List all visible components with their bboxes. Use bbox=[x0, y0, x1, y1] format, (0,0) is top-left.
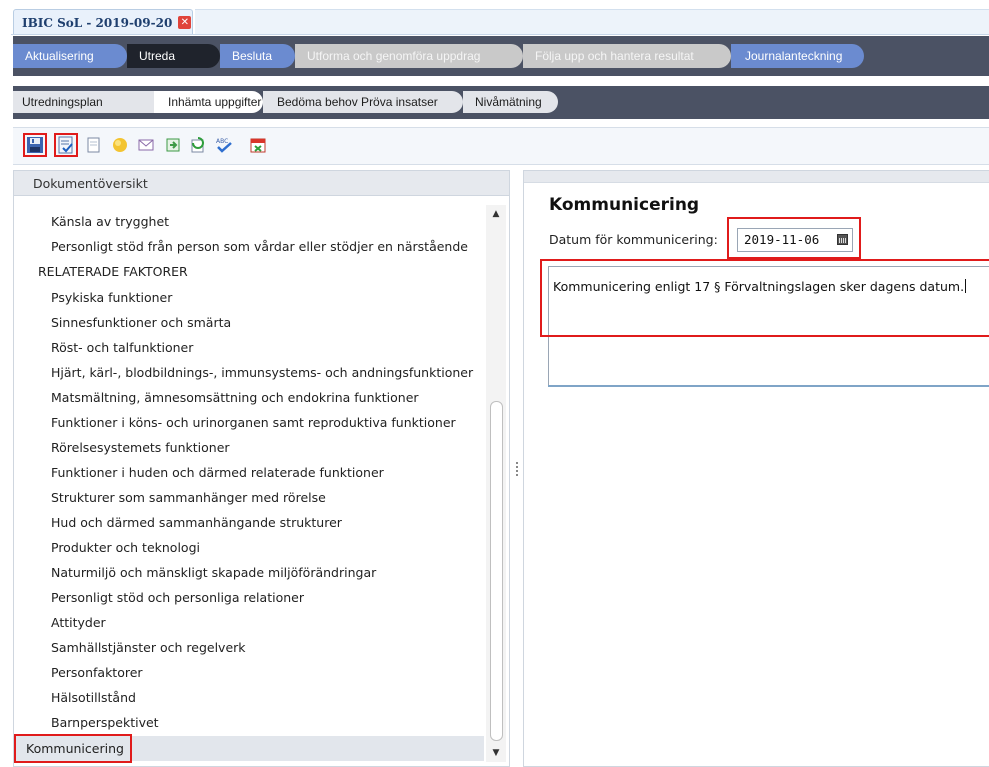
step-nivamatning[interactable]: Nivåmätning bbox=[463, 91, 558, 113]
note-focus-line bbox=[548, 385, 989, 387]
tree-item[interactable]: Samhällstjänster och regelverk bbox=[51, 635, 246, 660]
phase-label: Aktualisering bbox=[25, 49, 94, 63]
tree-item[interactable]: Produkter och teknologi bbox=[51, 535, 200, 560]
vertical-scrollbar[interactable]: ▲ ▼ bbox=[486, 205, 506, 762]
section-title: Kommunicering bbox=[549, 195, 700, 215]
export-icon[interactable] bbox=[164, 136, 182, 154]
phase-besluta[interactable]: Besluta bbox=[220, 44, 295, 68]
tree-item[interactable]: Känsla av trygghet bbox=[51, 209, 169, 234]
note-text-content: Kommunicering enligt 17 § Förvaltningsla… bbox=[553, 279, 965, 294]
save-and-close-icon[interactable] bbox=[54, 133, 78, 157]
tree-item[interactable]: Psykiska funktioner bbox=[51, 285, 172, 310]
scrollbar-thumb[interactable] bbox=[490, 401, 503, 741]
tree-item[interactable]: Strukturer som sammanhänger med rörelse bbox=[51, 485, 326, 510]
mail-icon[interactable] bbox=[137, 136, 155, 154]
document-tab-title: IBIC SoL - 2019-09-20 bbox=[22, 15, 173, 30]
calendar-delete-icon[interactable] bbox=[249, 136, 267, 154]
note-text: Kommunicering enligt 17 § Förvaltningsla… bbox=[553, 279, 967, 294]
refresh-icon[interactable] bbox=[189, 136, 207, 154]
phase-label: Journalanteckning bbox=[745, 49, 843, 63]
splitter-grip-icon bbox=[515, 460, 519, 484]
document-overview-panel: Dokumentöversikt Känsla av trygghet Pers… bbox=[13, 170, 510, 767]
document-tree: Känsla av trygghet Personligt stöd från … bbox=[14, 197, 484, 766]
phase-label: Utforma och genomföra uppdrag bbox=[307, 49, 481, 63]
tree-item[interactable]: Hälsotillstånd bbox=[51, 685, 136, 710]
tree-item[interactable]: Hud och därmed sammanhängande strukturer bbox=[51, 510, 342, 535]
save-icon[interactable] bbox=[23, 133, 47, 157]
phase-utreda[interactable]: Utreda bbox=[127, 44, 220, 68]
step-label: Nivåmätning bbox=[475, 95, 542, 109]
tree-category[interactable]: RELATERADE FAKTORER bbox=[38, 259, 188, 284]
new-document-icon[interactable] bbox=[85, 136, 103, 154]
tree-item[interactable]: Personligt stöd och personliga relatione… bbox=[51, 585, 304, 610]
phase-aktualisering[interactable]: Aktualisering bbox=[13, 44, 127, 68]
scroll-up-icon[interactable]: ▲ bbox=[489, 207, 503, 221]
step-label: Utredningsplan bbox=[22, 95, 103, 109]
text-caret bbox=[965, 279, 967, 293]
tree-item[interactable]: Personfaktorer bbox=[51, 660, 143, 685]
phase-navigation: Aktualisering Utreda Besluta Utforma och… bbox=[13, 36, 989, 76]
spellcheck-icon[interactable]: ABC bbox=[215, 136, 233, 154]
tree-item[interactable]: Barnperspektivet bbox=[51, 710, 159, 735]
phase-utforma: Utforma och genomföra uppdrag bbox=[295, 44, 523, 68]
tree-item[interactable]: Naturmiljö och mänskligt skapade miljöfö… bbox=[51, 560, 376, 585]
tree-item[interactable]: Sinnesfunktioner och smärta bbox=[51, 310, 231, 335]
tree-item[interactable]: Funktioner i huden och därmed relaterade… bbox=[51, 460, 384, 485]
step-utredningsplan[interactable]: Utredningsplan bbox=[13, 91, 165, 113]
tree-item[interactable]: Funktioner i köns- och urinorganen samt … bbox=[51, 410, 456, 435]
phase-label: Besluta bbox=[232, 49, 273, 63]
svg-text:ABC: ABC bbox=[216, 138, 228, 145]
app-window: IBIC SoL - 2019-09-20 ✕ Aktualisering Ut… bbox=[0, 0, 989, 767]
phase-folja-upp: Följa upp och hantera resultat bbox=[523, 44, 731, 68]
note-icon[interactable] bbox=[111, 136, 129, 154]
date-field[interactable]: 2019-11-06 bbox=[737, 228, 853, 252]
tree-item[interactable]: Matsmältning, ämnesomsättning och endokr… bbox=[51, 385, 419, 410]
editor-panel: Kommunicering Datum för kommunicering: 2… bbox=[523, 170, 989, 767]
tree-item[interactable]: Hjärt, kärl-, blodbildnings-, immunsyste… bbox=[51, 360, 473, 385]
panel-splitter[interactable] bbox=[512, 170, 522, 767]
tree-item[interactable]: Rörelsesystemets funktioner bbox=[51, 435, 230, 460]
tabbar-filler bbox=[195, 9, 989, 35]
calendar-icon[interactable] bbox=[837, 234, 848, 245]
step-label: Inhämta uppgifter bbox=[168, 95, 262, 109]
document-tab[interactable]: IBIC SoL - 2019-09-20 ✕ bbox=[13, 9, 193, 35]
document-overview-header: Dokumentöversikt bbox=[14, 171, 509, 196]
toolbar: ABC bbox=[13, 127, 989, 165]
close-icon[interactable]: ✕ bbox=[178, 16, 192, 29]
tabbar-divider bbox=[11, 34, 989, 35]
document-tabbar: IBIC SoL - 2019-09-20 ✕ bbox=[0, 0, 989, 35]
date-label: Datum för kommunicering: bbox=[549, 232, 718, 247]
tree-item[interactable]: Attityder bbox=[51, 610, 106, 635]
tree-item-selected[interactable]: Kommunicering bbox=[14, 734, 484, 763]
step-bedoma-behov[interactable]: Bedöma behov Pröva insatser bbox=[263, 91, 463, 113]
step-navigation: Utredningsplan Inhämta uppgifter Bedöma … bbox=[13, 86, 989, 119]
editor-header bbox=[524, 171, 989, 183]
phase-journalanteckning[interactable]: Journalanteckning bbox=[731, 44, 864, 68]
step-label: Bedöma behov Pröva insatser bbox=[277, 95, 438, 109]
phase-label: Utreda bbox=[139, 49, 176, 63]
tree-item[interactable]: Personligt stöd från person som vårdar e… bbox=[51, 234, 468, 259]
step-inhamta-uppgifter[interactable]: Inhämta uppgifter bbox=[154, 91, 263, 113]
selected-item-label: Kommunicering bbox=[14, 734, 132, 763]
scroll-down-icon[interactable]: ▼ bbox=[489, 746, 503, 760]
tree-item[interactable]: Röst- och talfunktioner bbox=[51, 335, 193, 360]
phase-label: Följa upp och hantera resultat bbox=[535, 49, 694, 63]
note-highlight bbox=[540, 259, 989, 337]
